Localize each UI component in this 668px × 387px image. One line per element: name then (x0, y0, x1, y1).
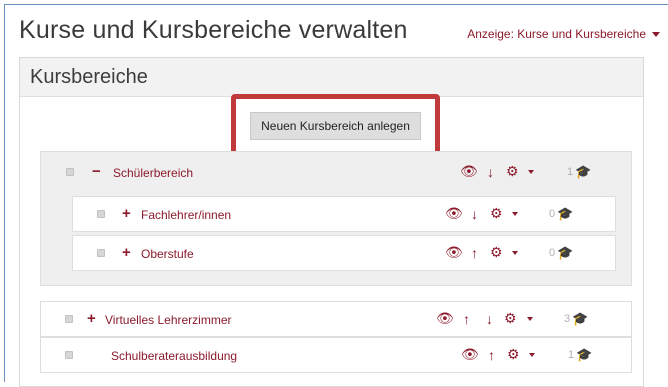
move-down-icon[interactable]: ↓ (487, 165, 494, 179)
panel-header: Kursbereiche (20, 58, 643, 97)
graduation-cap-icon: 🎓 (572, 311, 589, 326)
course-count: 3 (564, 313, 571, 325)
graduation-cap-icon: 🎓 (575, 164, 592, 179)
eye-icon[interactable]: 👁 (436, 311, 454, 325)
move-down-icon[interactable]: ↓ (486, 312, 493, 326)
category-row: + Oberstufe 👁 ↑ ⚙ 0 🎓 (72, 235, 616, 271)
gear-icon[interactable]: ⚙ (507, 347, 520, 361)
chevron-down-icon[interactable] (512, 251, 518, 255)
expand-icon[interactable]: + (122, 206, 131, 221)
course-count: 1 (567, 166, 574, 178)
category-row: Schulberaterausbildung 👁 ↑ ⚙ 1 🎓 (40, 337, 632, 373)
chevron-down-icon (652, 32, 660, 38)
gear-icon[interactable]: ⚙ (504, 311, 517, 325)
row-checkbox[interactable] (65, 351, 73, 359)
move-up-icon[interactable]: ↑ (463, 312, 470, 326)
graduation-cap-icon: 🎓 (557, 245, 574, 260)
collapse-icon[interactable]: − (92, 164, 101, 179)
category-row: + Fachlehrer/innen 👁 ↓ ⚙ 0 🎓 (72, 196, 616, 232)
category-row: − Schülerbereich 👁 ↓ ⚙ 1 🎓 (40, 155, 632, 191)
category-row: + Virtuelles Lehrerzimmer 👁 ↑ ↓ ⚙ 3 🎓 (40, 301, 632, 337)
view-selector-label: Anzeige: Kurse und Kursbereiche (467, 27, 646, 41)
category-link[interactable]: Schülerbereich (113, 166, 193, 180)
category-link[interactable]: Oberstufe (141, 247, 194, 261)
eye-icon[interactable]: 👁 (460, 164, 478, 178)
move-up-icon[interactable]: ↑ (471, 246, 478, 260)
eye-icon[interactable]: 👁 (445, 245, 463, 259)
category-link[interactable]: Fachlehrer/innen (141, 208, 231, 222)
move-up-icon[interactable]: ↑ (488, 348, 495, 362)
category-link[interactable]: Schulberaterausbildung (111, 349, 237, 363)
row-checkbox[interactable] (97, 249, 105, 257)
row-checkbox[interactable] (97, 210, 105, 218)
course-count: 0 (549, 208, 556, 220)
chevron-down-icon[interactable] (527, 317, 533, 321)
category-link[interactable]: Virtuelles Lehrerzimmer (105, 313, 232, 327)
gear-icon[interactable]: ⚙ (490, 206, 503, 220)
expand-icon[interactable]: + (122, 245, 131, 260)
course-count: 1 (568, 349, 575, 361)
gear-icon[interactable]: ⚙ (490, 245, 503, 259)
chevron-down-icon[interactable] (529, 353, 535, 357)
page-title: Kurse und Kursbereiche verwalten (19, 16, 408, 44)
course-count: 0 (549, 247, 556, 259)
gear-icon[interactable]: ⚙ (506, 164, 519, 178)
row-checkbox[interactable] (65, 315, 73, 323)
expand-icon[interactable]: + (87, 311, 96, 326)
graduation-cap-icon: 🎓 (557, 206, 574, 221)
row-checkbox[interactable] (66, 168, 74, 176)
view-selector[interactable]: Anzeige: Kurse und Kursbereiche (467, 27, 660, 41)
new-category-button[interactable]: Neuen Kursbereich anlegen (250, 112, 421, 140)
eye-icon[interactable]: 👁 (445, 206, 463, 220)
move-down-icon[interactable]: ↓ (471, 207, 478, 221)
eye-icon[interactable]: 👁 (461, 347, 479, 361)
chevron-down-icon[interactable] (512, 212, 518, 216)
graduation-cap-icon: 🎓 (576, 347, 593, 362)
chevron-down-icon[interactable] (528, 170, 534, 174)
panel-title: Kursbereiche (30, 66, 148, 88)
